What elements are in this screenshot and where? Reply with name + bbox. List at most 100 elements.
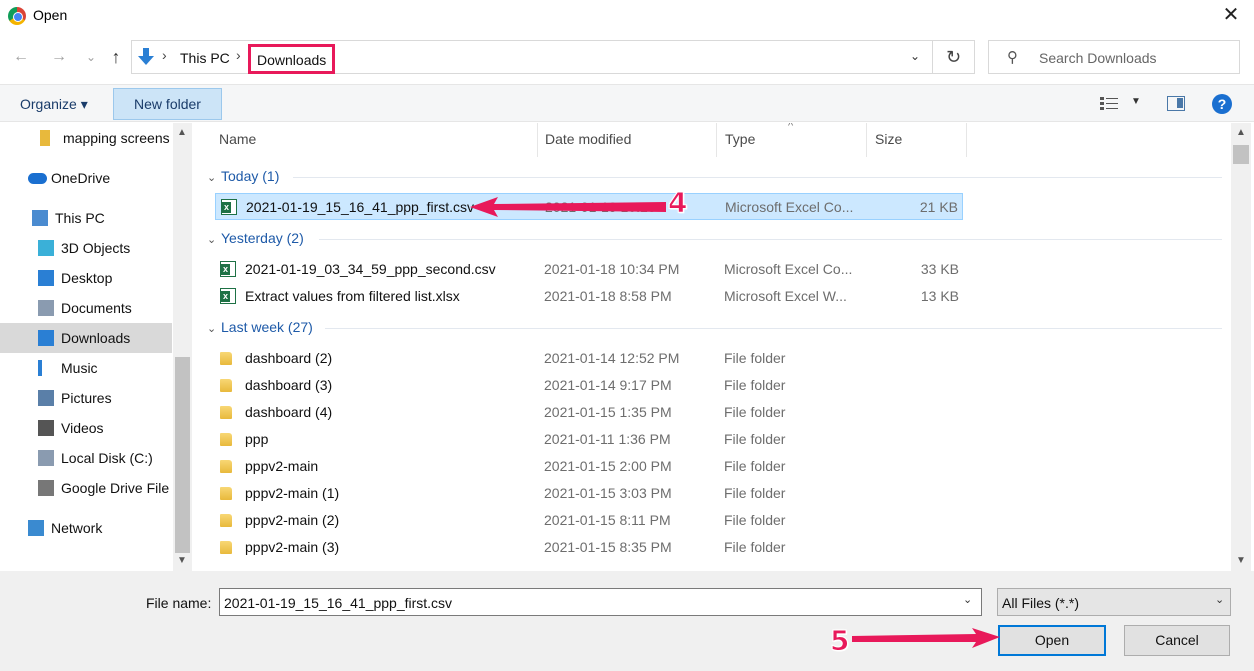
document-icon bbox=[38, 300, 54, 316]
organize-menu[interactable]: Organize ▾ bbox=[20, 96, 88, 113]
file-row[interactable]: dashboard (4) 2021-01-15 1:35 PM File fold… bbox=[215, 399, 963, 426]
breadcrumb-separator-icon: › bbox=[236, 47, 241, 63]
filter-dropdown-icon[interactable]: ⌄ bbox=[1215, 593, 1224, 606]
column-type[interactable]: Type bbox=[717, 123, 867, 157]
group-header[interactable]: ⌄ Today (1) bbox=[207, 168, 279, 184]
file-name: pppv2-main (1) bbox=[245, 485, 340, 501]
sidebar-item-desktop[interactable]: Desktop bbox=[0, 263, 172, 293]
group-divider bbox=[293, 177, 1222, 178]
sidebar-item-pictures[interactable]: Pictures bbox=[0, 383, 172, 413]
open-button[interactable]: Open bbox=[998, 625, 1106, 656]
sidebar-item-downloads[interactable]: Downloads bbox=[0, 323, 172, 353]
file-row[interactable]: 2021-01-19_03_34_59_ppp_second.csv 2021-0… bbox=[215, 256, 963, 283]
file-name-dropdown-icon[interactable]: ⌄ bbox=[963, 593, 972, 606]
file-type: File folder bbox=[724, 350, 786, 366]
view-options-icon[interactable] bbox=[1100, 97, 1118, 111]
music-icon bbox=[38, 360, 42, 376]
chevron-down-icon: ⌄ bbox=[207, 234, 217, 246]
file-type: File folder bbox=[724, 458, 786, 474]
sidebar-item-3d-objects[interactable]: 3D Objects bbox=[0, 233, 172, 263]
file-date: 2021-01-15 8:11 PM bbox=[544, 512, 671, 528]
file-size: 13 KB bbox=[920, 288, 959, 304]
column-date-modified[interactable]: Date modified bbox=[537, 123, 717, 157]
file-row[interactable]: pppv2-main 2021-01-15 2:00 PM File folder bbox=[215, 453, 963, 480]
file-row[interactable]: dashboard (2) 2021-01-14 12:52 PM File fol… bbox=[215, 345, 963, 372]
file-size: 33 KB bbox=[920, 261, 959, 277]
sidebar-item-network[interactable]: Network bbox=[0, 513, 172, 543]
new-folder-button[interactable]: New folder bbox=[113, 88, 222, 120]
file-type-filter[interactable]: All Files (*.*) bbox=[997, 588, 1231, 616]
file-row[interactable]: pppv2-main (1) 2021-01-15 3:03 PM File fol… bbox=[215, 480, 963, 507]
desktop-icon bbox=[38, 270, 54, 286]
group-divider bbox=[319, 239, 1222, 240]
sidebar-item-label: Documents bbox=[61, 300, 132, 316]
breadcrumb-this-pc[interactable]: This PC bbox=[180, 50, 230, 66]
search-box[interactable]: ⚲ Search Downloads bbox=[988, 40, 1240, 74]
file-list-scroll-thumb[interactable] bbox=[1233, 145, 1249, 164]
address-dropdown-icon[interactable]: ⌄ bbox=[910, 49, 920, 63]
file-type: File folder bbox=[724, 377, 786, 393]
sidebar-scrollbar[interactable]: ▲ ▼ bbox=[173, 123, 192, 571]
sidebar-item-label: Videos bbox=[61, 420, 104, 436]
sidebar-item-music[interactable]: Music bbox=[0, 353, 172, 383]
view-dropdown-icon[interactable]: ▼ bbox=[1131, 96, 1141, 107]
navigation-pane: mapping screens OneDrive This PC 3D Objects… bbox=[0, 123, 193, 571]
up-button[interactable]: ↑ bbox=[105, 46, 127, 68]
group-header[interactable]: ⌄ Last week (27) bbox=[207, 319, 313, 335]
scroll-down-icon[interactable]: ▼ bbox=[1236, 555, 1246, 566]
chevron-down-icon: ⌄ bbox=[207, 172, 217, 184]
window-title: Open bbox=[33, 7, 68, 23]
cancel-button[interactable]: Cancel bbox=[1124, 625, 1230, 656]
download-icon bbox=[38, 330, 54, 346]
file-date: 2021-01-11 1:36 PM bbox=[544, 431, 671, 447]
scroll-up-icon[interactable]: ▲ bbox=[1236, 127, 1246, 138]
back-button[interactable]: ← bbox=[10, 46, 32, 68]
help-icon[interactable]: ? bbox=[1212, 94, 1232, 114]
file-type: File folder bbox=[724, 404, 786, 420]
close-button[interactable]: ✕ bbox=[1208, 0, 1254, 32]
file-row[interactable]: pppv2-main (2) 2021-01-15 8:11 PM File fol… bbox=[215, 507, 963, 534]
sidebar-item-label: Google Drive File bbox=[61, 480, 170, 496]
file-name: ppp bbox=[245, 431, 269, 447]
file-row[interactable]: Extract values from filtered list.xlsx 20… bbox=[215, 283, 963, 310]
sidebar-item-onedrive[interactable]: OneDrive bbox=[0, 163, 172, 193]
group-label: Last week (27) bbox=[221, 319, 313, 335]
excel-file-icon bbox=[221, 199, 237, 215]
sidebar-scroll-thumb[interactable] bbox=[175, 357, 190, 553]
preview-pane-icon[interactable] bbox=[1167, 96, 1185, 111]
chrome-icon bbox=[8, 7, 26, 25]
sidebar-item-videos[interactable]: Videos bbox=[0, 413, 172, 443]
column-size[interactable]: Size bbox=[867, 123, 967, 157]
drive-icon bbox=[38, 480, 54, 496]
scroll-up-icon[interactable]: ▲ bbox=[177, 127, 187, 138]
sidebar-item-google-drive-file[interactable]: Google Drive File bbox=[0, 473, 172, 503]
refresh-button[interactable]: ↻ bbox=[933, 40, 975, 74]
address-bar[interactable]: › This PC › Downloads ⌄ bbox=[131, 40, 933, 74]
group-header[interactable]: ⌄ Yesterday (2) bbox=[207, 230, 304, 246]
forward-button[interactable]: → bbox=[48, 46, 70, 68]
file-row[interactable]: dashboard (3) 2021-01-14 9:17 PM File fold… bbox=[215, 372, 963, 399]
recent-locations-button[interactable]: ⌄ bbox=[80, 46, 102, 68]
file-row[interactable]: ppp 2021-01-11 1:36 PM File folder bbox=[215, 426, 963, 453]
file-name: pppv2-main (2) bbox=[245, 512, 340, 528]
breadcrumb-downloads[interactable]: Downloads bbox=[248, 44, 336, 74]
annotation-step-4: 4 bbox=[667, 186, 688, 220]
sidebar-item-documents[interactable]: Documents bbox=[0, 293, 172, 323]
column-name[interactable]: Name bbox=[211, 123, 538, 157]
file-row[interactable]: pppv2-main (3) 2021-01-15 8:35 PM File fol… bbox=[215, 534, 963, 561]
pictures-icon bbox=[38, 390, 54, 406]
file-list-scrollbar[interactable]: ▲ ▼ bbox=[1231, 123, 1251, 571]
folder-icon bbox=[220, 514, 232, 527]
sidebar-item-this-pc[interactable]: This PC bbox=[0, 203, 172, 233]
file-name-input[interactable]: 2021-01-19_15_16_41_ppp_first.csv bbox=[219, 588, 982, 616]
sidebar-item-local-disk-c[interactable]: Local Disk (C:) bbox=[0, 443, 172, 473]
file-date: 2021-01-15 8:35 PM bbox=[544, 539, 672, 555]
sidebar-item-label: Desktop bbox=[61, 270, 113, 286]
sidebar-item-label: Network bbox=[51, 520, 103, 536]
sidebar-item-mapping-screens[interactable]: mapping screens bbox=[0, 123, 172, 153]
network-icon bbox=[28, 520, 44, 536]
scroll-down-icon[interactable]: ▼ bbox=[177, 555, 187, 566]
file-date: 2021-01-15 1:35 PM bbox=[544, 404, 672, 420]
sidebar-item-label: OneDrive bbox=[51, 170, 111, 186]
folder-icon bbox=[220, 487, 232, 500]
